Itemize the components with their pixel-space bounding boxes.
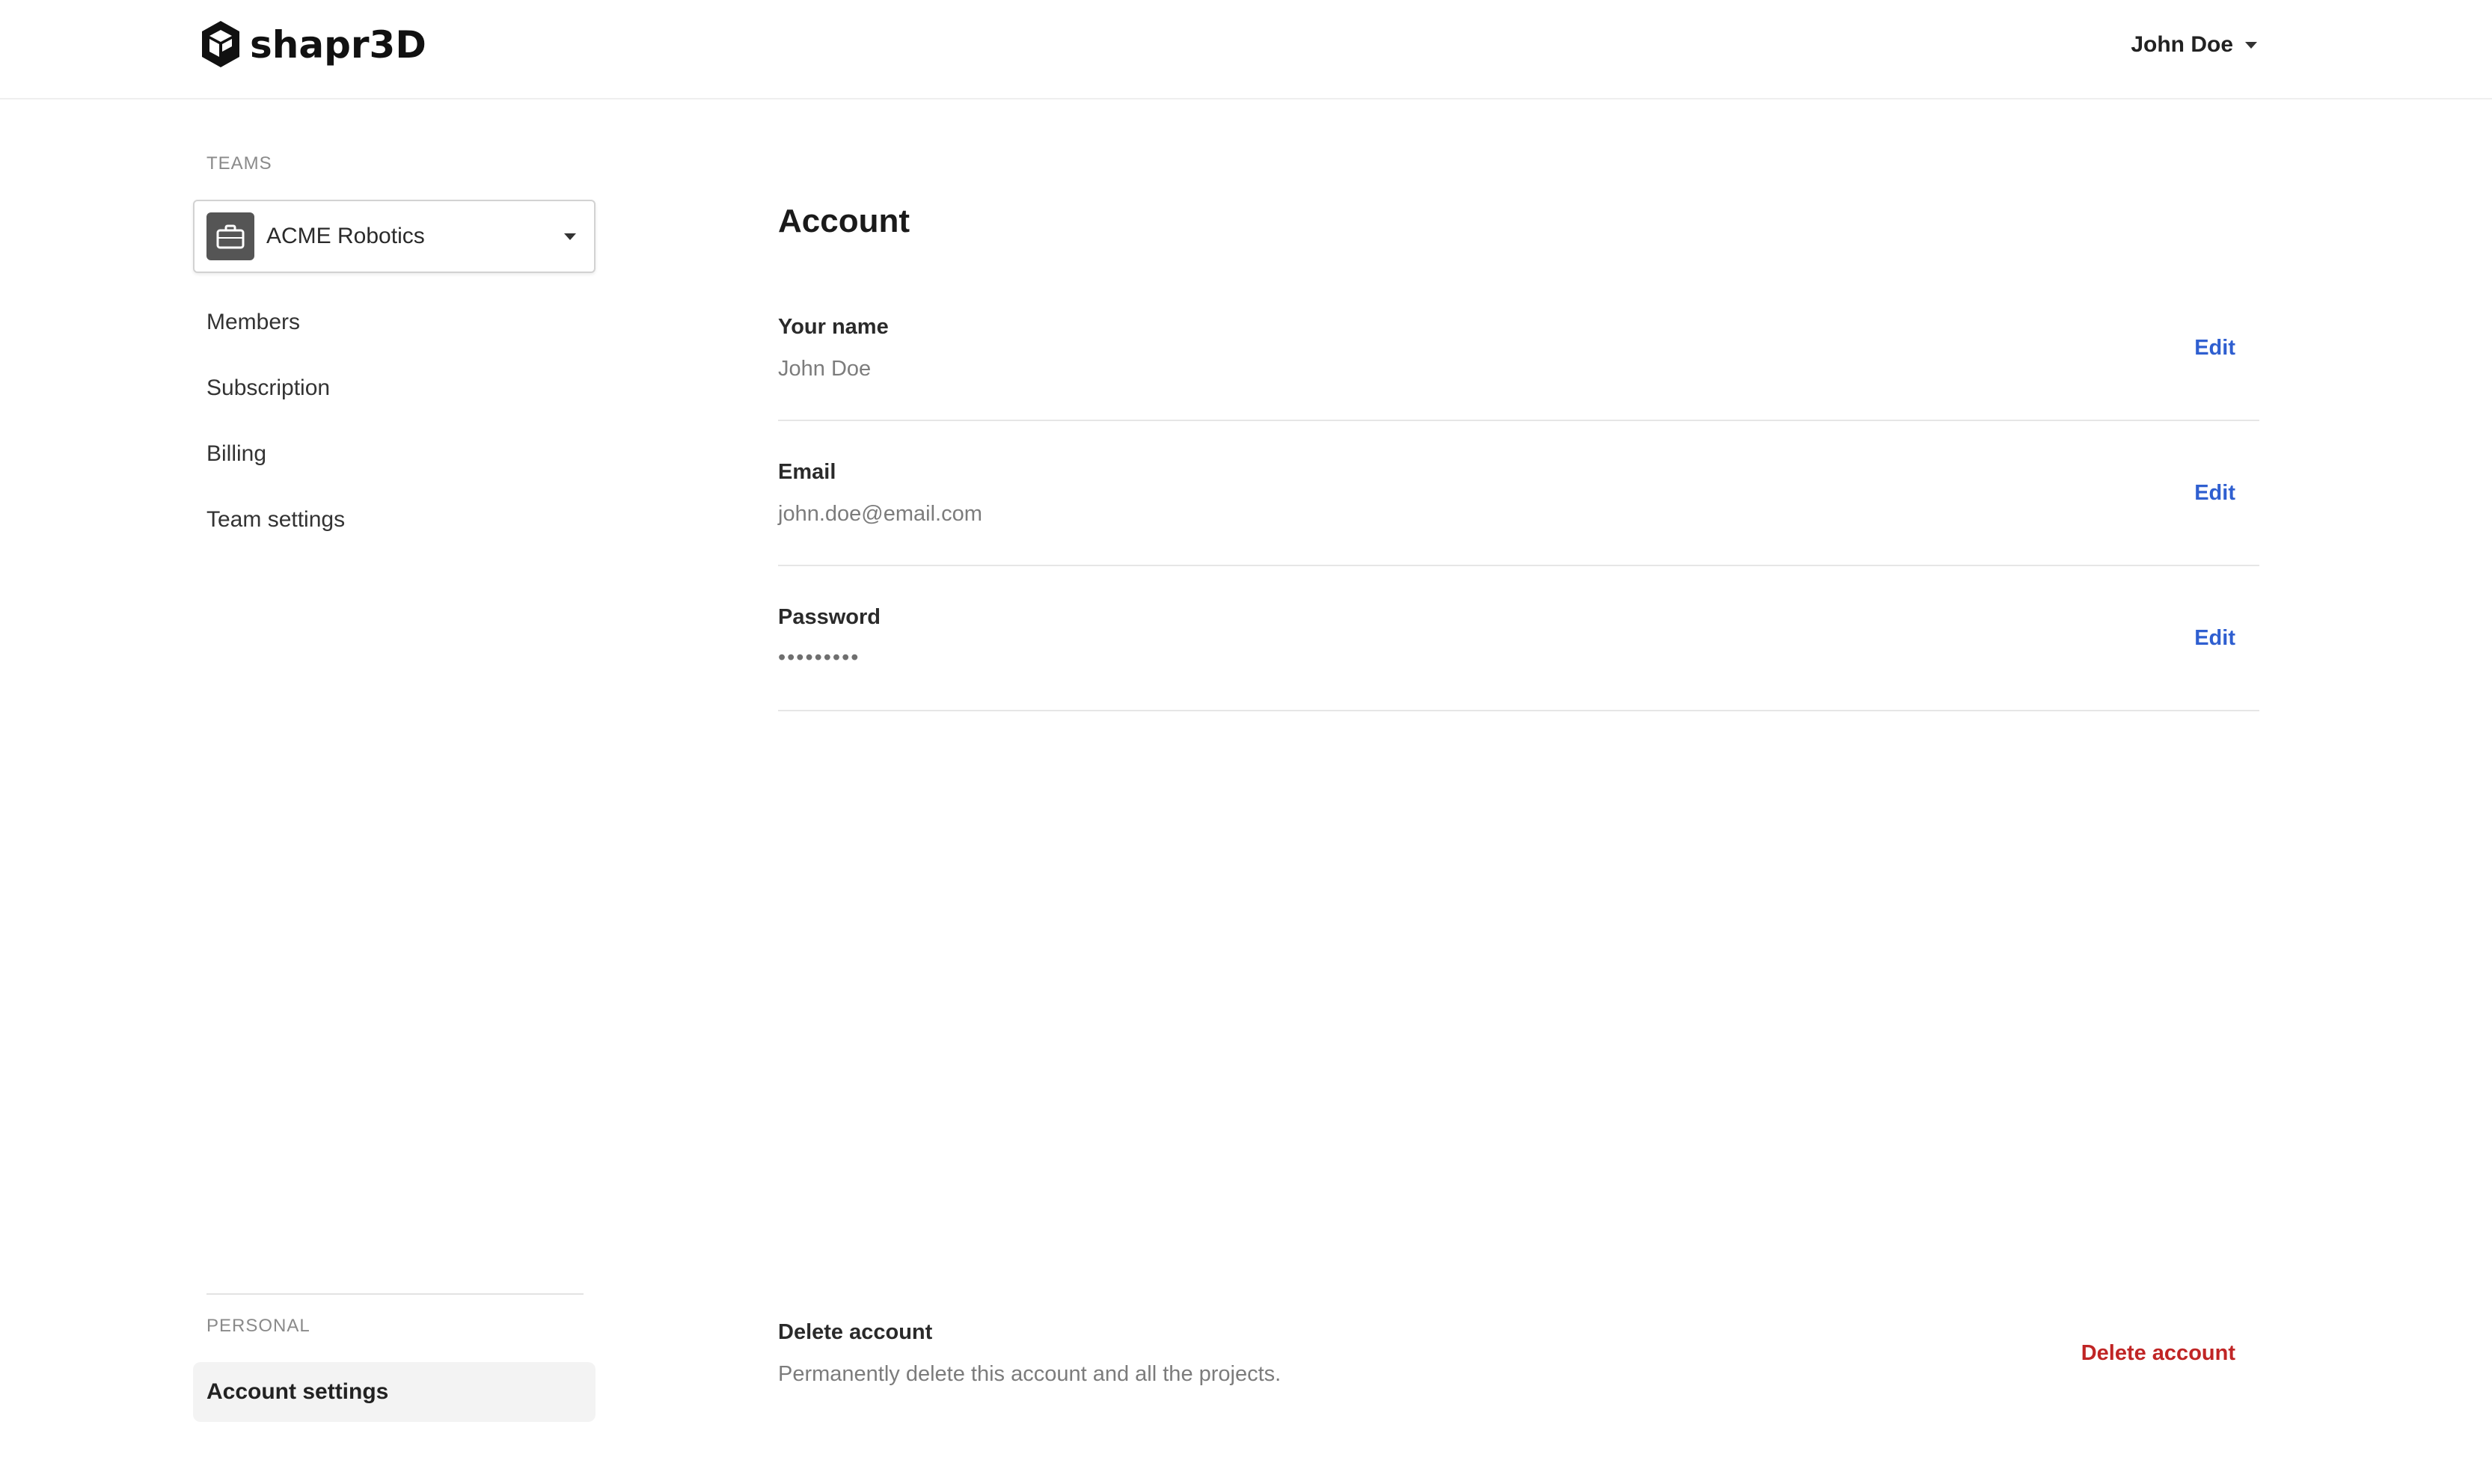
team-name: ACME Robotics	[266, 224, 425, 248]
brand-logo[interactable]: shapr3D	[200, 19, 426, 70]
sidebar: TEAMS ACME Robotics Members Subscription…	[193, 99, 597, 1484]
teams-section-label: TEAMS	[206, 153, 272, 174]
delete-account-section: Delete account Permanently delete this a…	[778, 1296, 2259, 1416]
field-label: Password	[778, 605, 881, 629]
field-value: John Doe	[778, 357, 872, 381]
field-row-password: Password ••••••••• Edit	[778, 566, 2259, 711]
field-label: Email	[778, 460, 836, 484]
sidebar-item-billing[interactable]: Billing	[206, 441, 266, 467]
sidebar-item-account-settings[interactable]: Account settings	[193, 1362, 596, 1422]
field-label: Your name	[778, 315, 889, 339]
edit-password-button[interactable]: Edit	[2194, 626, 2235, 651]
user-name: John Doe	[2131, 32, 2233, 57]
main-content: Account Your name John Doe Edit Email jo…	[778, 99, 2259, 1484]
delete-account-label: Delete account	[778, 1320, 933, 1344]
top-bar: shapr3D John Doe	[0, 0, 2492, 99]
delete-account-description: Permanently delete this account and all …	[778, 1362, 1282, 1386]
personal-section-label: PERSONAL	[206, 1316, 310, 1336]
shapr3d-logo-icon	[202, 21, 239, 67]
sidebar-item-team-settings[interactable]: Team settings	[206, 507, 345, 533]
field-value: •••••••••	[778, 646, 860, 669]
chevron-down-icon	[2245, 41, 2257, 49]
team-selector[interactable]: ACME Robotics	[193, 200, 596, 273]
sidebar-item-subscription[interactable]: Subscription	[206, 375, 330, 401]
briefcase-icon	[206, 212, 254, 260]
field-row-name: Your name John Doe Edit	[778, 276, 2259, 421]
brand-name: shapr3D	[250, 23, 426, 67]
delete-account-button[interactable]: Delete account	[2081, 1341, 2235, 1366]
page-title: Account	[778, 203, 910, 239]
chevron-down-icon	[564, 233, 576, 240]
edit-name-button[interactable]: Edit	[2194, 336, 2235, 361]
field-row-email: Email john.doe@email.com Edit	[778, 421, 2259, 566]
sidebar-item-members[interactable]: Members	[206, 310, 300, 335]
edit-email-button[interactable]: Edit	[2194, 481, 2235, 506]
sidebar-item-label: Account settings	[206, 1379, 389, 1404]
user-menu[interactable]: John Doe	[2131, 28, 2257, 62]
field-value: john.doe@email.com	[778, 502, 982, 526]
sidebar-divider	[206, 1293, 584, 1295]
